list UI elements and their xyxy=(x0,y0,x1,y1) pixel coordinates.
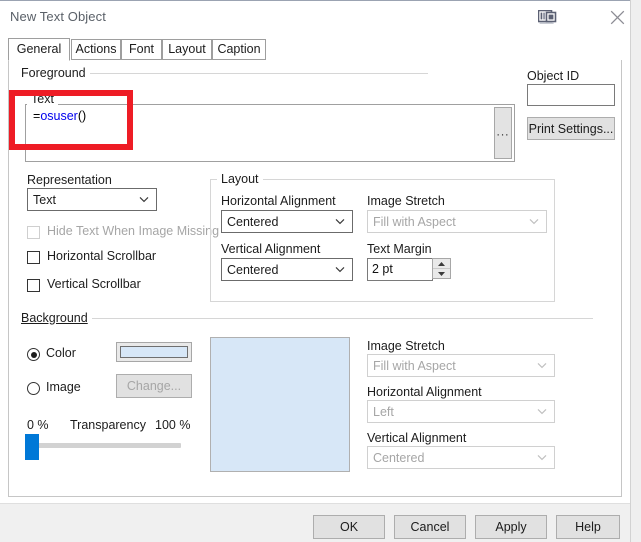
ok-button[interactable]: OK xyxy=(313,515,385,539)
apply-button[interactable]: Apply xyxy=(475,515,547,539)
tab-caption[interactable]: Caption xyxy=(212,39,266,60)
dock-panel-icon xyxy=(537,10,556,24)
text-expression-editor[interactable]: =osuser() ... xyxy=(25,104,515,162)
foreground-group-line xyxy=(83,73,428,74)
layout-text-margin-stepper[interactable] xyxy=(432,258,451,279)
background-image-stretch-label: Image Stretch xyxy=(367,339,445,353)
background-image-stretch-value: Fill with Aspect xyxy=(373,358,456,373)
layout-image-stretch-label: Image Stretch xyxy=(367,194,445,208)
layout-vertical-alignment-label: Vertical Alignment xyxy=(221,242,321,256)
horizontal-scrollbar-checkbox[interactable] xyxy=(27,251,40,264)
chevron-down-icon xyxy=(537,362,547,368)
transparency-slider-thumb[interactable] xyxy=(25,434,39,460)
vertical-scrollbar-checkbox[interactable] xyxy=(27,279,40,292)
text-expression-value: =osuser() xyxy=(33,109,86,123)
text-group-label: Text xyxy=(27,92,58,106)
scrollbar-thumb[interactable] xyxy=(633,0,640,542)
print-settings-label: Print Settings... xyxy=(528,121,614,136)
background-vertical-alignment-label: Vertical Alignment xyxy=(367,431,467,445)
close-icon xyxy=(610,10,624,25)
tab-layout[interactable]: Layout xyxy=(162,39,212,60)
background-vertical-alignment-combobox[interactable]: Centered xyxy=(367,446,555,469)
background-color-radio[interactable] xyxy=(27,348,40,361)
transparency-max-label: 100 % xyxy=(155,418,191,432)
layout-vertical-alignment-combobox[interactable]: Centered xyxy=(221,258,353,281)
chevron-down-icon xyxy=(335,266,345,272)
background-image-radio-label: Image xyxy=(46,380,81,394)
background-color-swatch xyxy=(120,346,188,358)
dialog-footer: OK Cancel Apply Help xyxy=(0,503,630,542)
background-color-radio-label: Color xyxy=(46,346,76,360)
general-tab-panel: Foreground Text =osuser() ... Object ID … xyxy=(8,60,622,497)
object-id-label: Object ID xyxy=(527,69,580,83)
chevron-down-icon xyxy=(537,454,547,460)
radio-dot xyxy=(30,351,37,358)
expr-parens: () xyxy=(77,109,87,123)
background-image-change-button[interactable]: Change... xyxy=(116,374,192,398)
background-horizontal-alignment-value: Left xyxy=(373,404,394,419)
chevron-down-icon xyxy=(438,272,445,276)
change-button-label: Change... xyxy=(126,379,182,393)
background-image-stretch-combobox[interactable]: Fill with Aspect xyxy=(367,354,555,377)
window-title: New Text Object xyxy=(10,9,106,24)
tab-general[interactable]: General xyxy=(8,38,70,61)
background-preview xyxy=(210,337,350,472)
background-horizontal-alignment-combobox[interactable]: Left xyxy=(367,400,555,423)
representation-label: Representation xyxy=(27,173,112,187)
transparency-slider-track[interactable] xyxy=(29,443,181,448)
chevron-down-icon xyxy=(537,408,547,414)
foreground-group-label: Foreground xyxy=(17,66,90,80)
tab-font[interactable]: Font xyxy=(121,39,162,60)
representation-combobox[interactable]: Text xyxy=(27,188,157,211)
tab-actions[interactable]: Actions xyxy=(71,39,121,60)
layout-horizontal-alignment-value: Centered xyxy=(227,214,279,229)
background-group-line xyxy=(89,318,593,319)
layout-text-margin-label: Text Margin xyxy=(367,242,432,256)
title-bar: New Text Object xyxy=(0,0,630,33)
background-image-radio[interactable] xyxy=(27,382,40,395)
text-expression-browse-button[interactable]: ... xyxy=(494,107,512,159)
background-vertical-alignment-value: Centered xyxy=(373,450,425,465)
hide-text-when-image-missing-checkbox[interactable] xyxy=(27,226,40,239)
help-button[interactable]: Help xyxy=(556,515,620,539)
ellipsis-label: ... xyxy=(496,124,510,139)
stepper-down-button[interactable] xyxy=(433,269,450,278)
background-group-label: Background xyxy=(17,311,92,325)
new-text-object-dialog: New Text Object General Actions Font Lay… xyxy=(0,0,641,542)
transparency-label: Transparency xyxy=(70,418,146,432)
ok-label: OK xyxy=(339,520,359,534)
dock-panel-button[interactable] xyxy=(527,1,567,34)
vertical-scrollbar-label: Vertical Scrollbar xyxy=(47,277,141,291)
layout-text-margin-input[interactable]: 2 pt xyxy=(367,258,433,281)
hide-text-when-image-missing-label: Hide Text When Image Missing xyxy=(47,224,220,238)
layout-vertical-alignment-value: Centered xyxy=(227,262,279,277)
layout-horizontal-alignment-combobox[interactable]: Centered xyxy=(221,210,353,233)
chevron-up-icon xyxy=(438,262,445,266)
layout-image-stretch-value: Fill with Aspect xyxy=(373,214,456,229)
stepper-up-button[interactable] xyxy=(433,259,450,269)
transparency-min-label: 0 % xyxy=(27,418,49,432)
print-settings-button[interactable]: Print Settings... xyxy=(527,117,615,140)
tab-strip: General Actions Font Layout Caption xyxy=(8,38,622,61)
object-id-input[interactable] xyxy=(527,84,615,106)
cancel-label: Cancel xyxy=(410,520,450,534)
chevron-down-icon xyxy=(335,218,345,224)
layout-group-label: Layout xyxy=(217,172,263,186)
horizontal-scrollbar-label: Horizontal Scrollbar xyxy=(47,249,157,263)
background-color-swatch-button[interactable] xyxy=(116,342,192,362)
cancel-button[interactable]: Cancel xyxy=(394,515,466,539)
chevron-down-icon xyxy=(529,218,539,224)
chevron-down-icon xyxy=(139,196,149,202)
window-right-scrollbar[interactable] xyxy=(630,0,641,542)
layout-horizontal-alignment-label: Horizontal Alignment xyxy=(221,194,336,208)
layout-image-stretch-combobox[interactable]: Fill with Aspect xyxy=(367,210,547,233)
apply-label: Apply xyxy=(495,520,527,534)
background-horizontal-alignment-label: Horizontal Alignment xyxy=(367,385,482,399)
help-label: Help xyxy=(575,520,601,534)
expr-function: osuser xyxy=(40,109,78,123)
representation-value: Text xyxy=(33,192,56,207)
